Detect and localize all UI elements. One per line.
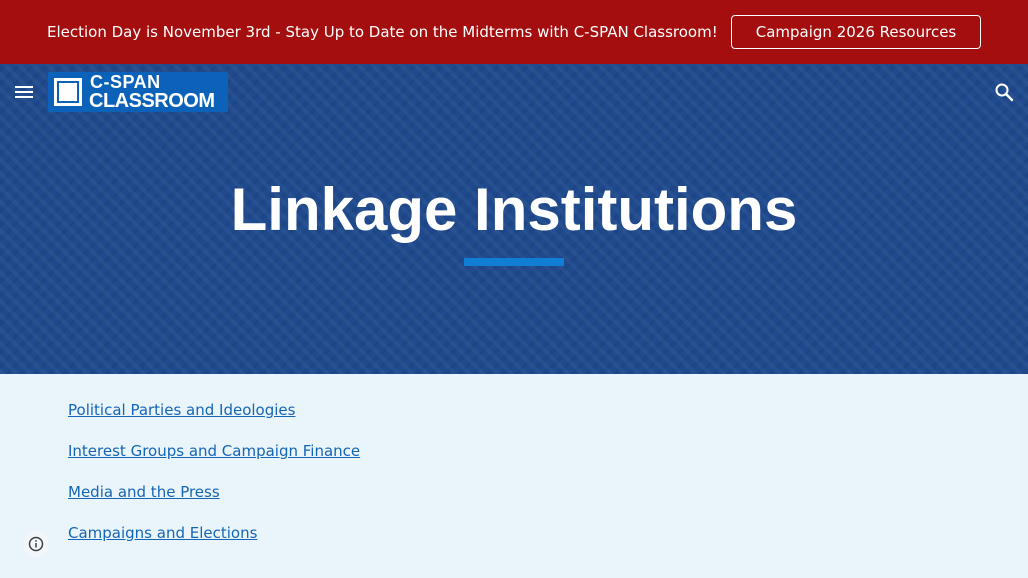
announcement-banner: Election Day is November 3rd - Stay Up t… xyxy=(0,0,1028,64)
link-interest-groups[interactable]: Interest Groups and Campaign Finance xyxy=(68,441,360,461)
logo-square-mark xyxy=(54,78,82,106)
site-logo[interactable]: C-SPAN CLASSROOM xyxy=(48,72,228,112)
hero-header: C-SPAN CLASSROOM Linkage Institutions xyxy=(0,64,1028,374)
banner-message: Election Day is November 3rd - Stay Up t… xyxy=(47,23,718,41)
link-political-parties[interactable]: Political Parties and Ideologies xyxy=(68,400,295,420)
link-campaigns-elections[interactable]: Campaigns and Elections xyxy=(68,523,257,543)
menu-icon[interactable] xyxy=(14,82,34,102)
campaign-resources-button[interactable]: Campaign 2026 Resources xyxy=(731,15,981,49)
title-underline xyxy=(464,258,564,266)
main-content: Political Parties and Ideologies Interes… xyxy=(0,374,1028,578)
logo-text-top: C-SPAN xyxy=(90,72,161,92)
info-icon xyxy=(28,536,44,552)
page-title: Linkage Institutions xyxy=(230,176,798,243)
search-icon[interactable] xyxy=(994,82,1014,102)
info-button[interactable] xyxy=(23,531,49,557)
logo-text-bottom: CLASSROOM xyxy=(89,90,215,112)
link-media-press[interactable]: Media and the Press xyxy=(68,482,220,502)
